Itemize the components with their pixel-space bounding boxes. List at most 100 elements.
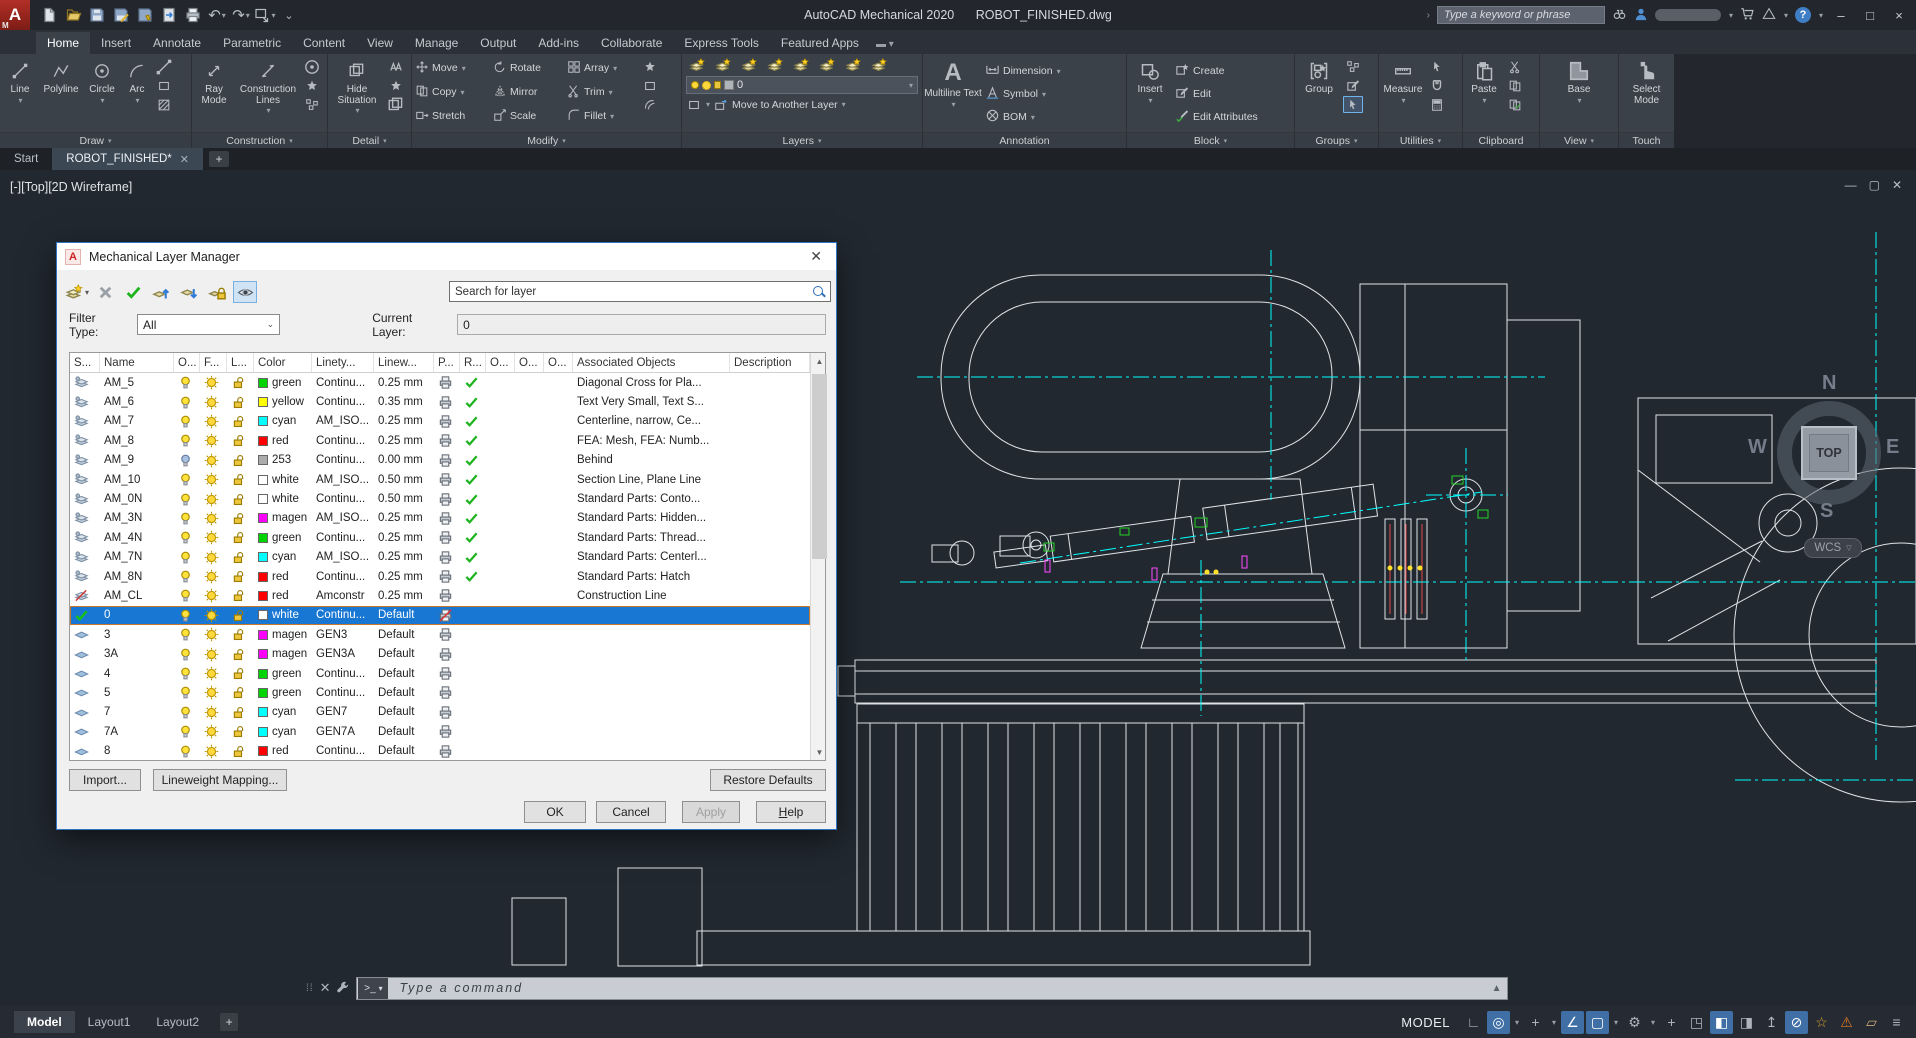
layer-row-AM_10[interactable]: AM_10whiteAM_ISO...0.50 mmSection Line, … xyxy=(70,470,810,489)
crosshair-toggle[interactable]: + xyxy=(1660,1011,1683,1034)
erase-icon[interactable] xyxy=(640,58,660,75)
column-header-10[interactable]: O... xyxy=(486,353,515,372)
on-off-bulb-icon[interactable] xyxy=(174,703,200,722)
layer-lock-icon[interactable] xyxy=(842,57,864,74)
color-cell[interactable]: 253 xyxy=(254,451,312,470)
edit-attributes-button[interactable]: Edit Attributes xyxy=(1173,108,1260,127)
layer-row-AM_3N[interactable]: AM_3NmagenAM_ISO...0.25 mmStandard Parts… xyxy=(70,509,810,528)
application-menu-button[interactable]: AM xyxy=(0,0,30,30)
ribbon-tab-insert[interactable]: Insert xyxy=(90,32,142,54)
plot-icon[interactable] xyxy=(434,451,460,470)
on-off-bulb-icon[interactable] xyxy=(174,373,200,392)
user-menu-caret-icon[interactable]: ▾ xyxy=(1729,11,1733,20)
layer-search-input[interactable]: Search for layer xyxy=(449,281,831,302)
ribbon-tab-output[interactable]: Output xyxy=(469,32,527,54)
column-header-12[interactable]: O... xyxy=(544,353,573,372)
command-grip-icon[interactable]: ⁞⁞ xyxy=(306,983,314,994)
plot-icon[interactable] xyxy=(434,509,460,528)
layout-tab-layout2[interactable]: Layout2 xyxy=(143,1011,212,1033)
plot-icon[interactable] xyxy=(434,683,460,702)
layout-tab-layout1[interactable]: Layout1 xyxy=(75,1011,144,1033)
color-cell[interactable]: cyan xyxy=(254,412,312,431)
cancel-button[interactable]: Cancel xyxy=(596,801,666,823)
lineweight-mapping-button[interactable]: Lineweight Mapping... xyxy=(153,769,287,791)
plot-icon[interactable] xyxy=(434,664,460,683)
bom-button[interactable]: BOM▾ xyxy=(983,108,1063,127)
snap-mode-caret-icon[interactable]: ▾ xyxy=(1512,1018,1522,1027)
column-header-0[interactable]: S... xyxy=(70,353,100,372)
close-button[interactable]: × xyxy=(1888,8,1910,23)
line-button[interactable]: Line▾ xyxy=(1,56,39,132)
rectangle-icon[interactable] xyxy=(154,77,174,94)
color-cell[interactable]: green xyxy=(254,683,312,702)
viewcube-north[interactable]: N xyxy=(1822,372,1836,395)
hardware-acceleration-toggle[interactable]: ◧ xyxy=(1710,1011,1733,1034)
dialog-close-icon[interactable]: ✕ xyxy=(804,248,828,265)
copy-clip-icon[interactable] xyxy=(1505,77,1525,94)
plot-icon[interactable] xyxy=(434,489,460,508)
plot-icon[interactable] xyxy=(434,373,460,392)
layer-row-7[interactable]: 7cyanGEN7Default xyxy=(70,703,810,722)
rotate-button[interactable]: Rotate xyxy=(491,59,565,78)
circle-constr-icon[interactable] xyxy=(302,58,322,75)
on-off-bulb-icon[interactable] xyxy=(174,683,200,702)
redo-icon[interactable]: ↷▾ xyxy=(230,4,252,26)
lock-icon[interactable] xyxy=(227,489,254,508)
color-cell[interactable]: magen xyxy=(254,625,312,644)
color-cell[interactable]: white xyxy=(254,470,312,489)
dimension-button[interactable]: Dimension▾ xyxy=(983,62,1063,81)
color-cell[interactable]: red xyxy=(254,431,312,450)
panel-label-groups[interactable]: Groups▾ xyxy=(1295,132,1378,148)
viewport-close-icon[interactable]: ✕ xyxy=(1892,178,1902,192)
interface-tiles-toggle[interactable]: ◨ xyxy=(1735,1011,1758,1034)
command-prompt-icon[interactable]: >_▾ xyxy=(358,978,388,999)
polar-tracking-toggle[interactable]: ∠ xyxy=(1561,1011,1584,1034)
viewcube-west[interactable]: W xyxy=(1748,436,1767,459)
ribbon-tab-collaborate[interactable]: Collaborate xyxy=(590,32,673,54)
file-tab-close-icon[interactable]: ✕ xyxy=(180,153,189,166)
column-header-14[interactable]: Description xyxy=(730,353,810,372)
viewport-minimize-icon[interactable]: — xyxy=(1845,178,1857,192)
new-icon[interactable] xyxy=(38,4,60,26)
favorites-star-toggle[interactable]: ☆ xyxy=(1810,1011,1833,1034)
column-header-3[interactable]: F... xyxy=(200,353,227,372)
polyline-button[interactable]: Polyline xyxy=(39,56,83,132)
color-cell[interactable]: red xyxy=(254,586,312,605)
apps-caret-icon[interactable]: ▾ xyxy=(1784,11,1788,20)
on-off-bulb-icon[interactable] xyxy=(174,489,200,508)
help-caret-icon[interactable]: ▾ xyxy=(1819,11,1823,20)
layer-isolate-icon[interactable] xyxy=(738,57,760,74)
clean-screen-toggle[interactable]: ▱ xyxy=(1860,1011,1883,1034)
plot-icon[interactable] xyxy=(434,528,460,547)
maximize-button[interactable]: □ xyxy=(1859,8,1881,23)
erase-constr-icon[interactable] xyxy=(302,77,322,94)
column-header-6[interactable]: Linety... xyxy=(312,353,374,372)
qat-menu-icon[interactable]: ⌄ xyxy=(278,4,300,26)
etransmit-icon[interactable] xyxy=(158,4,180,26)
ribbon-tab-express-tools[interactable]: Express Tools xyxy=(673,32,769,54)
panel-label-touch[interactable]: Touch xyxy=(1619,132,1674,148)
freeze-sun-icon[interactable] xyxy=(200,451,227,470)
panel-label-detail[interactable]: Detail▾ xyxy=(328,132,411,148)
current-layer-field[interactable]: 0 xyxy=(457,314,826,335)
color-cell[interactable]: yellow xyxy=(254,392,312,411)
group-edit-icon[interactable] xyxy=(1343,77,1363,94)
on-off-bulb-icon[interactable] xyxy=(174,644,200,663)
layer-row-8[interactable]: 8redContinu...Default xyxy=(70,741,810,760)
performance-warning-toggle[interactable]: ⚠ xyxy=(1835,1011,1858,1034)
plot-icon[interactable] xyxy=(434,722,460,741)
lock-icon[interactable] xyxy=(227,412,254,431)
layer-row-AM_7[interactable]: AM_7cyanAM_ISO...0.25 mmCenterline, narr… xyxy=(70,412,810,431)
ortho-mode-caret-icon[interactable]: ▾ xyxy=(1549,1018,1559,1027)
ribbon-display-toggle-icon[interactable]: ▬ ▾ xyxy=(876,39,894,54)
layer-row-AM_4N[interactable]: AM_4NgreenContinu...0.25 mmStandard Part… xyxy=(70,528,810,547)
ribbon-tab-view[interactable]: View xyxy=(356,32,404,54)
multiline-text-button[interactable]: A Multiline Text▾ xyxy=(924,56,982,132)
power-snap-icon[interactable] xyxy=(1427,77,1447,94)
measure-button[interactable]: Measure▾ xyxy=(1380,56,1426,132)
lock-icon[interactable] xyxy=(227,703,254,722)
plot-icon[interactable] xyxy=(434,470,460,489)
column-header-8[interactable]: P... xyxy=(434,353,460,372)
plot-icon[interactable] xyxy=(434,548,460,567)
panel-label-clipboard[interactable]: Clipboard xyxy=(1463,132,1539,148)
